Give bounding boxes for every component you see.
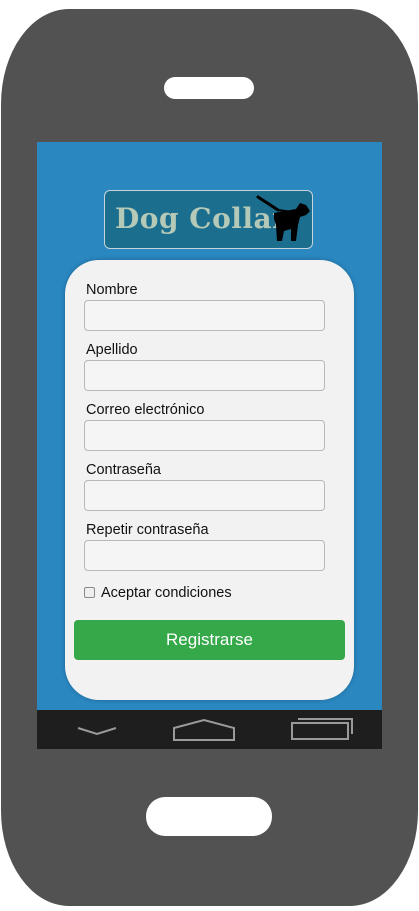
chevron-down-icon[interactable] xyxy=(72,710,122,749)
registration-form: Nombre Apellido Correo electrónico Contr… xyxy=(65,260,354,700)
app-logo: Dog Collar xyxy=(104,190,313,249)
password-input[interactable] xyxy=(84,480,325,511)
first-name-input[interactable] xyxy=(84,300,325,331)
app-screen: Dog Collar Nombre Apellido Correo electr… xyxy=(37,142,382,710)
last-name-label: Apellido xyxy=(86,342,138,358)
accept-terms-label: Aceptar condiciones xyxy=(101,585,232,601)
email-label: Correo electrónico xyxy=(86,402,205,418)
repeat-password-input[interactable] xyxy=(84,540,325,571)
password-label: Contraseña xyxy=(86,462,161,478)
recent-apps-icon[interactable] xyxy=(288,710,356,749)
last-name-input[interactable] xyxy=(84,360,325,391)
home-icon[interactable] xyxy=(171,710,237,749)
android-nav-bar xyxy=(37,710,382,749)
phone-speaker xyxy=(164,77,254,99)
phone-home-button[interactable] xyxy=(146,797,272,836)
dog-walker-icon xyxy=(256,195,310,241)
email-input[interactable] xyxy=(84,420,325,451)
repeat-password-label: Repetir contraseña xyxy=(86,522,209,538)
accept-terms-checkbox[interactable] xyxy=(84,587,95,598)
first-name-label: Nombre xyxy=(86,282,138,298)
register-button[interactable]: Registrarse xyxy=(74,620,345,660)
